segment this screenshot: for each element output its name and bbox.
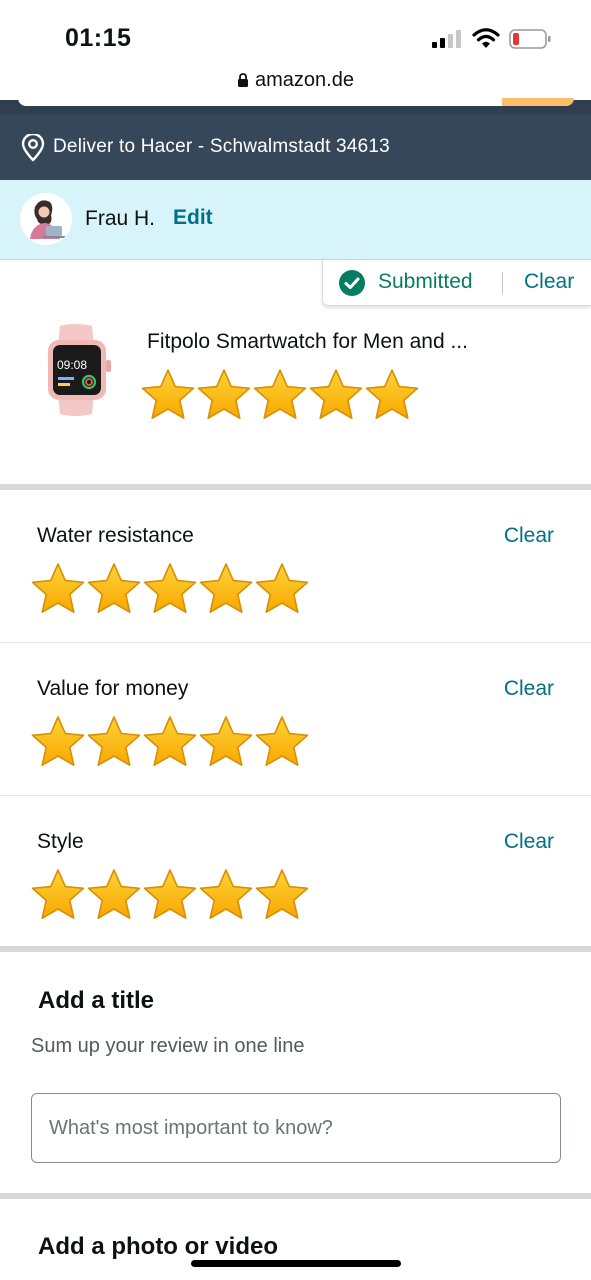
clear-water-resistance-link[interactable]: Clear xyxy=(504,524,554,548)
value-for-money-star-rating[interactable] xyxy=(30,715,310,769)
product-image: 09:08 xyxy=(48,324,111,416)
submitted-status-bar: Submitted Clear xyxy=(322,260,591,306)
location-pin-icon xyxy=(21,134,45,162)
status-bar: 01:15 xyxy=(0,0,591,62)
star-icon[interactable] xyxy=(254,562,310,616)
wifi-icon xyxy=(472,28,500,48)
url-text: amazon.de xyxy=(255,69,354,91)
star-icon[interactable] xyxy=(142,868,198,922)
star-icon[interactable] xyxy=(140,368,196,422)
star-icon[interactable] xyxy=(254,715,310,769)
status-time: 01:15 xyxy=(65,24,132,52)
lock-icon xyxy=(238,73,249,87)
star-icon[interactable] xyxy=(308,368,364,422)
star-icon[interactable] xyxy=(252,368,308,422)
check-circle-icon xyxy=(339,270,365,296)
avatar xyxy=(20,193,72,245)
separator xyxy=(502,272,503,294)
reviewer-profile-bar: Frau H. Edit xyxy=(0,180,591,260)
section-divider xyxy=(0,946,591,952)
star-icon[interactable] xyxy=(30,868,86,922)
style-star-rating[interactable] xyxy=(30,868,310,922)
overall-star-rating[interactable] xyxy=(140,368,420,422)
watch-face-time: 09:08 xyxy=(57,358,87,372)
star-icon[interactable] xyxy=(364,368,420,422)
star-icon[interactable] xyxy=(86,562,142,616)
star-icon[interactable] xyxy=(198,562,254,616)
divider xyxy=(0,795,591,796)
clear-value-for-money-link[interactable]: Clear xyxy=(504,677,554,701)
deliver-to-bar[interactable]: Deliver to Hacer - Schwalmstadt 34613 xyxy=(0,114,591,180)
star-icon[interactable] xyxy=(198,715,254,769)
star-icon[interactable] xyxy=(30,562,86,616)
star-icon[interactable] xyxy=(86,868,142,922)
star-icon[interactable] xyxy=(196,368,252,422)
cellular-signal-icon xyxy=(432,30,461,48)
battery-low-icon xyxy=(509,29,551,49)
deliver-to-text: Deliver to Hacer - Schwalmstadt 34613 xyxy=(53,136,390,157)
star-icon[interactable] xyxy=(86,715,142,769)
attribute-label: Value for money xyxy=(37,677,189,700)
add-title-heading: Add a title xyxy=(38,987,155,1014)
divider xyxy=(0,642,591,643)
star-icon[interactable] xyxy=(142,715,198,769)
search-button-edge[interactable] xyxy=(502,98,574,106)
review-title-input[interactable] xyxy=(31,1093,561,1163)
add-title-subheading: Sum up your review in one line xyxy=(31,1035,305,1057)
attribute-label: Style xyxy=(37,830,84,853)
section-divider xyxy=(0,1193,591,1199)
reviewer-name: Frau H. xyxy=(85,207,156,230)
edit-profile-link[interactable]: Edit xyxy=(173,206,213,230)
star-icon[interactable] xyxy=(254,868,310,922)
clear-style-link[interactable]: Clear xyxy=(504,830,554,854)
attribute-label: Water resistance xyxy=(37,524,194,547)
add-photo-video-heading: Add a photo or video xyxy=(38,1233,278,1260)
home-indicator[interactable] xyxy=(191,1260,401,1267)
product-title: Fitpolo Smartwatch for Men and ... xyxy=(147,330,468,353)
star-icon[interactable] xyxy=(30,715,86,769)
star-icon[interactable] xyxy=(142,562,198,616)
star-icon[interactable] xyxy=(198,868,254,922)
clear-overall-rating-link[interactable]: Clear xyxy=(524,270,574,294)
water-resistance-star-rating[interactable] xyxy=(30,562,310,616)
section-divider xyxy=(0,484,591,490)
browser-url-bar[interactable]: amazon.de xyxy=(0,62,591,102)
search-box-edge[interactable] xyxy=(18,98,574,106)
submitted-label: Submitted xyxy=(378,270,473,293)
